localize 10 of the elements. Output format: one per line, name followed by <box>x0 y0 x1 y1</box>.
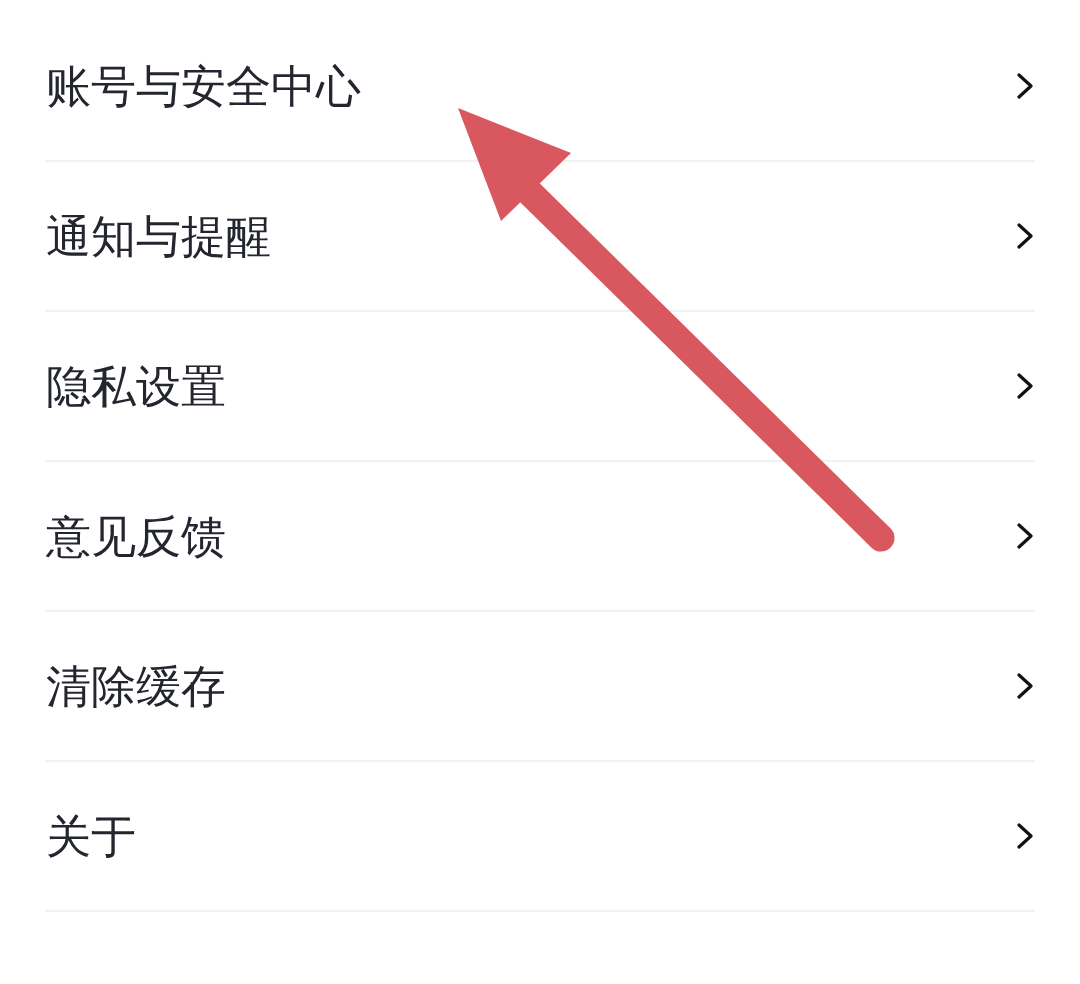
chevron-right-icon <box>1017 823 1033 849</box>
settings-item[interactable]: 清除缓存 <box>45 612 1035 762</box>
chevron-right-icon <box>1017 373 1033 399</box>
settings-item[interactable]: 隐私设置 <box>45 312 1035 462</box>
chevron-right-icon <box>1017 73 1033 99</box>
chevron-right-icon <box>1017 673 1033 699</box>
chevron-right-icon <box>1017 223 1033 249</box>
settings-item[interactable]: 意见反馈 <box>45 462 1035 612</box>
settings-item[interactable]: 关于 <box>45 762 1035 912</box>
chevron-right-icon <box>1017 523 1033 549</box>
